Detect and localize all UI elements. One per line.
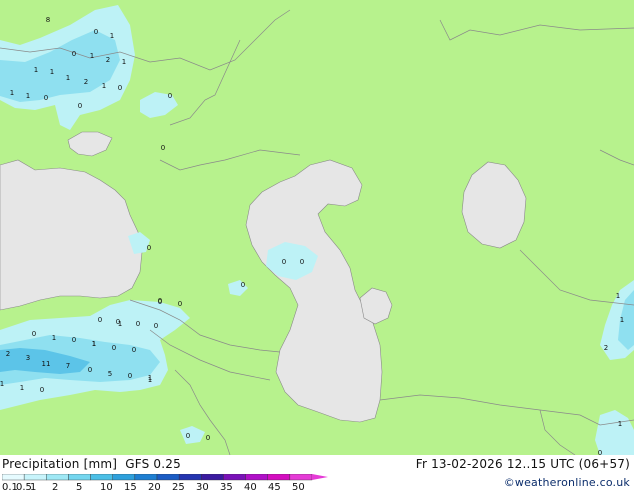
precip-value-label: 1 xyxy=(102,82,106,90)
scale-tick-label: 50 xyxy=(292,482,305,490)
variable-title: Precipitation [mm] xyxy=(2,457,118,471)
precip-value-label: 0 xyxy=(32,330,36,338)
precip-value-label: 0 xyxy=(168,92,172,100)
precip-value-label: 0 xyxy=(147,244,151,252)
precip-value-label: 0 xyxy=(158,298,162,306)
precip-value-label: 1 xyxy=(10,89,14,97)
precip-value-label: 1 xyxy=(34,66,38,74)
precip-value-label: 0 xyxy=(118,84,122,92)
precip-value-label: 0 xyxy=(186,432,190,440)
precip-value-label: 0 xyxy=(94,28,98,36)
precip-value-label: 1 xyxy=(620,316,624,324)
valid-time: Fr 13-02-2026 12..15 UTC (06+57) xyxy=(415,457,630,471)
precip-value-label: 1 xyxy=(0,380,4,388)
scale-color-box xyxy=(289,474,313,481)
precip-value-label: 0 xyxy=(132,346,136,354)
model-name: GFS 0.25 xyxy=(125,457,181,471)
scale-color-box xyxy=(46,474,69,481)
precip-value-label: 1 xyxy=(118,320,122,328)
precip-value-label: 8 xyxy=(46,16,50,24)
precip-value-label: 2 xyxy=(106,56,110,64)
precip-value-label: 1 xyxy=(110,32,114,40)
precipitation-color-scale: 0.10.51 2 5 10 15 20 25 30 35 40 45 50 xyxy=(2,474,328,490)
scale-tick-label: 30 xyxy=(196,482,209,490)
precip-value-label: 0 xyxy=(206,434,210,442)
precip-value-label: 0 xyxy=(282,258,286,266)
scale-tick-label: 5 xyxy=(76,482,82,490)
scale-color-box xyxy=(178,474,202,481)
scale-color-box xyxy=(23,474,47,481)
precip-value-label: 5 xyxy=(108,370,112,378)
precip-value-label: 1 xyxy=(52,334,56,342)
scale-color-box xyxy=(90,474,113,481)
precip-value-label: 0 xyxy=(161,144,165,152)
precip-value-label: 1 xyxy=(66,74,70,82)
precip-value-label: 0 xyxy=(44,94,48,102)
scale-tick-label: 1 xyxy=(30,482,36,490)
legend-title: Precipitation [mm] GFS 0.25 xyxy=(2,457,181,471)
scale-tick-label: 20 xyxy=(148,482,161,490)
precip-value-label: 0 xyxy=(98,316,102,324)
precip-value-label: 0 xyxy=(72,336,76,344)
scale-color-box xyxy=(201,474,224,481)
precipitation-map: 8010121111210110000000000101000000101102… xyxy=(0,0,634,455)
precip-value-label: 1 xyxy=(50,68,54,76)
precip-value-label: 0 xyxy=(300,258,304,266)
precip-value-label: 1 xyxy=(92,340,96,348)
scale-tick-label: 25 xyxy=(172,482,185,490)
scale-color-box xyxy=(2,474,25,481)
precip-value-label: 0 xyxy=(40,386,44,394)
precip-value-label: 0 xyxy=(154,322,158,330)
precip-value-label: 0 xyxy=(178,300,182,308)
scale-color-box xyxy=(156,474,180,481)
copyright-link[interactable]: ©weatheronline.co.uk xyxy=(504,476,630,489)
scale-color-box xyxy=(223,474,246,481)
precip-value-label: 7 xyxy=(66,362,70,370)
precip-value-label: 0 xyxy=(88,366,92,374)
scale-tick-label: 35 xyxy=(220,482,233,490)
scale-tick-label: 10 xyxy=(100,482,113,490)
scale-tick-label: 40 xyxy=(244,482,257,490)
precip-value-label: 2 xyxy=(604,344,608,352)
precip-value-label: 0 xyxy=(112,344,116,352)
precip-value-label: 11 xyxy=(42,360,51,368)
precip-value-label: 2 xyxy=(84,78,88,86)
scale-color-box xyxy=(112,474,136,481)
precip-value-label: 0 xyxy=(128,372,132,380)
scale-tick-label: 45 xyxy=(268,482,281,490)
precip-value-label: 0 xyxy=(241,281,245,289)
precip-value-label: 3 xyxy=(26,354,30,362)
precip-value-label: 1 xyxy=(26,92,30,100)
precip-value-label: 1 xyxy=(122,58,126,66)
precip-value-label: 2 xyxy=(6,350,10,358)
precip-value-label: 1 xyxy=(616,292,620,300)
scale-arrow xyxy=(312,474,328,480)
scale-color-box xyxy=(134,474,158,481)
scale-color-box xyxy=(245,474,268,481)
precip-value-label: 0 xyxy=(78,102,82,110)
precip-value-label: 1 xyxy=(90,52,94,60)
precip-value-label: 0 xyxy=(72,50,76,58)
precip-value-label: 1 xyxy=(618,420,622,428)
precip-value-label: 0 xyxy=(136,320,140,328)
scale-tick-label: 15 xyxy=(124,482,137,490)
scale-color-box xyxy=(267,474,291,481)
scale-color-box xyxy=(68,474,91,481)
scale-tick-label: 2 xyxy=(52,482,58,490)
precip-value-label: 1 xyxy=(20,384,24,392)
precip-value-label: 1 xyxy=(148,376,152,384)
